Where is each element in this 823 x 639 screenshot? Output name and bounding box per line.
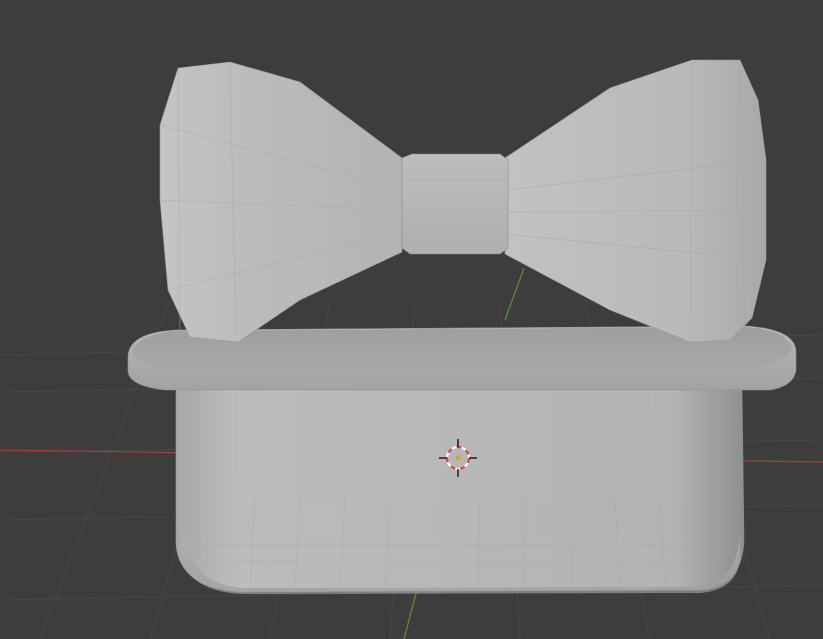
viewport-scene[interactable] <box>0 0 823 639</box>
3d-viewport[interactable] <box>0 0 823 639</box>
3d-cursor[interactable] <box>439 439 477 477</box>
base-object[interactable] <box>175 381 745 594</box>
crosshair-target-icon <box>439 439 477 477</box>
bow-tie-object[interactable] <box>159 59 767 343</box>
